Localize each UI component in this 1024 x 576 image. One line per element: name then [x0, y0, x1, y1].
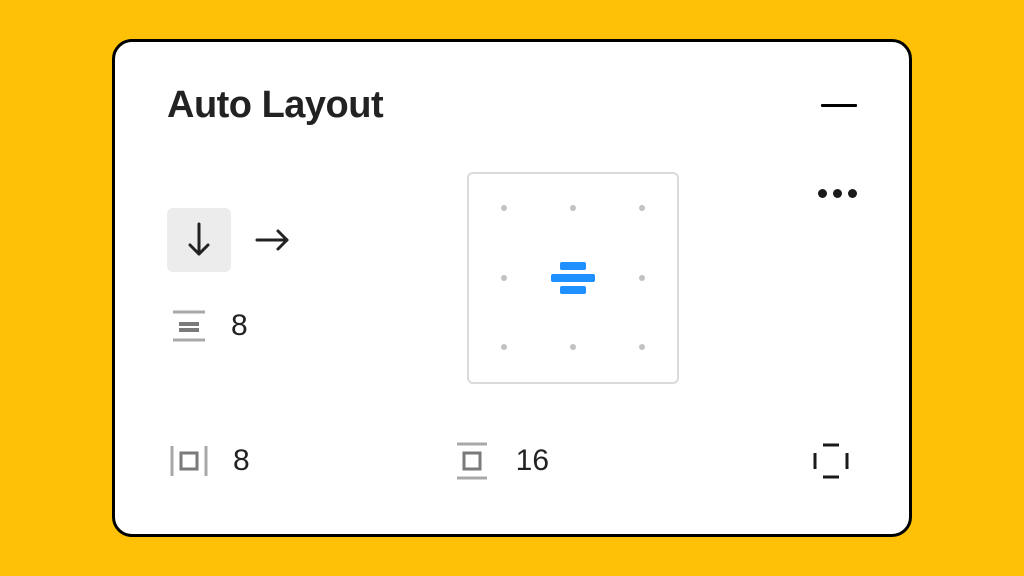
auto-layout-panel: Auto Layout	[112, 39, 912, 537]
individual-padding-button[interactable]	[805, 435, 857, 487]
align-middle-center[interactable]	[538, 243, 607, 312]
align-top-center[interactable]	[538, 174, 607, 243]
dot-icon	[639, 344, 645, 350]
dot-icon	[501, 344, 507, 350]
minus-icon	[821, 104, 857, 107]
dot-icon	[570, 205, 576, 211]
horizontal-padding-icon	[167, 439, 211, 483]
dot-icon	[501, 205, 507, 211]
item-spacing-icon	[167, 304, 211, 348]
panel-title: Auto Layout	[167, 84, 383, 127]
collapse-button[interactable]	[821, 104, 857, 107]
individual-padding-icon	[809, 439, 853, 483]
direction-controls	[167, 208, 467, 272]
horizontal-padding-control[interactable]: 8	[167, 439, 250, 483]
direction-vertical-button[interactable]	[167, 208, 231, 272]
direction-horizontal-button[interactable]	[241, 208, 305, 272]
item-spacing-value[interactable]: 8	[231, 309, 248, 343]
align-center-icon	[551, 262, 595, 294]
align-top-left[interactable]	[469, 174, 538, 243]
align-bottom-left[interactable]	[469, 312, 538, 381]
arrow-down-icon	[184, 222, 214, 258]
vertical-padding-icon	[450, 439, 494, 483]
panel-header: Auto Layout	[167, 84, 857, 127]
alignment-grid[interactable]	[467, 172, 679, 384]
ellipsis-icon	[818, 189, 827, 198]
dot-icon	[501, 275, 507, 281]
item-spacing-control[interactable]: 8	[167, 304, 467, 348]
align-middle-right[interactable]	[608, 243, 677, 312]
align-middle-left[interactable]	[469, 243, 538, 312]
dot-icon	[570, 344, 576, 350]
more-options-button[interactable]	[777, 189, 857, 198]
dot-icon	[639, 205, 645, 211]
arrow-right-icon	[255, 225, 291, 255]
align-top-right[interactable]	[608, 174, 677, 243]
dot-icon	[639, 275, 645, 281]
vertical-padding-control[interactable]: 16	[450, 439, 549, 483]
align-bottom-right[interactable]	[608, 312, 677, 381]
horizontal-padding-value[interactable]: 8	[233, 444, 250, 478]
vertical-padding-value[interactable]: 16	[516, 444, 549, 478]
align-bottom-center[interactable]	[538, 312, 607, 381]
